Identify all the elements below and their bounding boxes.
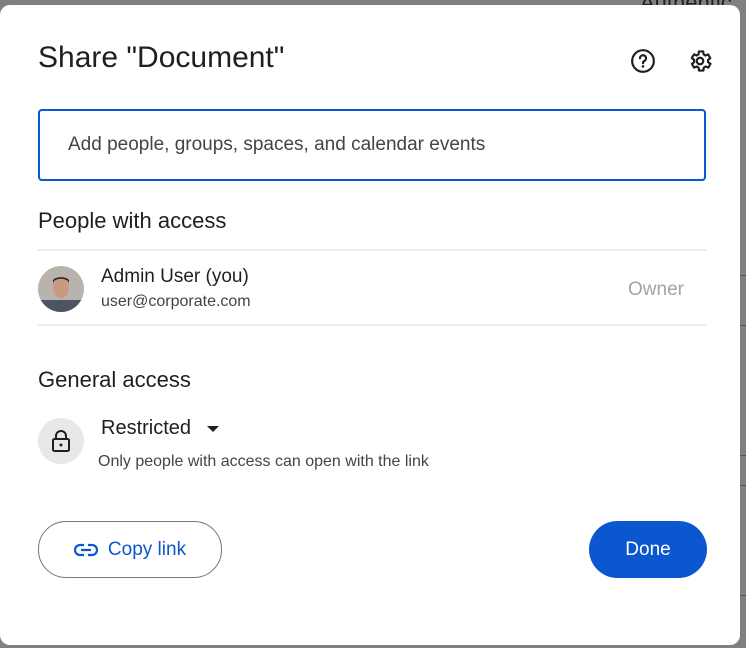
access-description: Only people with access can open with th… xyxy=(98,453,429,470)
person-email: user@corporate.com xyxy=(101,293,251,310)
person-name: Admin User (you) xyxy=(101,266,249,287)
add-people-input[interactable] xyxy=(40,111,688,179)
copy-link-label: Copy link xyxy=(107,538,187,560)
avatar xyxy=(38,266,84,312)
background-divider xyxy=(740,325,746,326)
access-level-label: Restricted xyxy=(101,417,192,439)
general-access-heading: General access xyxy=(38,367,191,392)
background-divider xyxy=(740,595,746,596)
background-divider xyxy=(740,485,746,486)
background-divider xyxy=(740,275,746,276)
dialog-title: Share "Document" xyxy=(38,41,285,74)
person-role: Owner xyxy=(628,279,684,300)
access-level-dropdown[interactable]: Restricted xyxy=(101,417,220,440)
people-with-access-heading: People with access xyxy=(38,208,227,233)
add-people-field[interactable] xyxy=(38,109,706,181)
share-dialog: Share "Document" People with access Admi… xyxy=(0,5,740,645)
caret-down-icon xyxy=(207,425,220,432)
copy-link-button[interactable]: Copy link xyxy=(38,521,222,578)
lock-icon xyxy=(38,418,84,464)
divider xyxy=(38,249,706,251)
done-button[interactable]: Done xyxy=(589,521,707,578)
divider xyxy=(38,324,706,326)
help-icon[interactable] xyxy=(629,47,657,75)
gear-icon[interactable] xyxy=(686,47,714,75)
link-icon xyxy=(73,543,98,556)
background-divider xyxy=(740,455,746,456)
